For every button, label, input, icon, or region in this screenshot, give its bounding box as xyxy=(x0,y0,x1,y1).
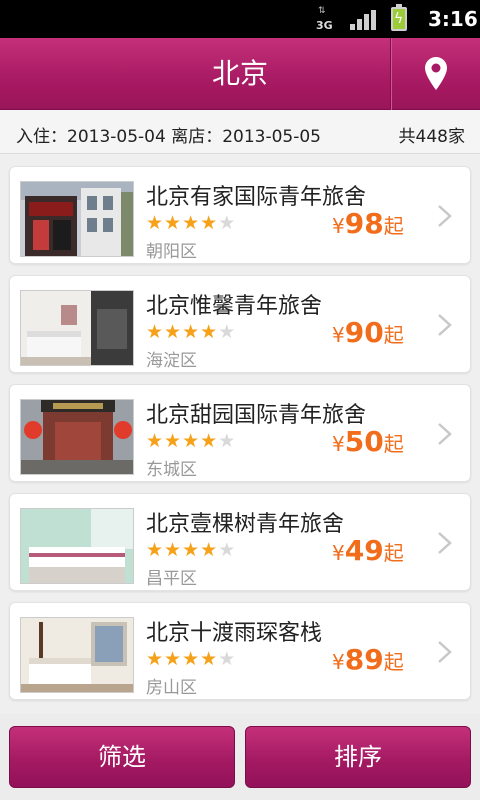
star-icon: ★ xyxy=(182,430,200,452)
star-empty-icon: ★ xyxy=(218,212,236,234)
star-rating: ★★★★★ xyxy=(146,322,236,342)
hotel-price: ¥90起 xyxy=(332,316,404,349)
checkin-checkout-dates: 入住：2013-05-04 离店：2013-05-05 xyxy=(16,127,321,147)
star-empty-icon: ★ xyxy=(218,430,236,452)
star-icon: ★ xyxy=(200,321,218,343)
star-icon: ★ xyxy=(182,321,200,343)
hotel-card[interactable]: 北京壹棵树青年旅舍 ★★★★★ 昌平区 ¥49起 xyxy=(9,493,471,591)
signal-icon xyxy=(350,10,376,30)
star-icon: ★ xyxy=(164,539,182,561)
chevron-right-icon xyxy=(438,423,452,445)
star-icon: ★ xyxy=(182,648,200,670)
hotel-photo xyxy=(20,181,134,257)
star-empty-icon: ★ xyxy=(218,321,236,343)
star-empty-icon: ★ xyxy=(218,648,236,670)
star-icon: ★ xyxy=(164,648,182,670)
hotel-card[interactable]: 北京甜园国际青年旅舍 ★★★★★ 东城区 ¥50起 xyxy=(9,384,471,482)
star-icon: ★ xyxy=(182,212,200,234)
hotel-card[interactable]: 北京惟馨青年旅舍 ★★★★★ 海淀区 ¥90起 xyxy=(9,275,471,373)
hotel-name: 北京十渡雨琛客栈 xyxy=(146,621,323,646)
star-icon: ★ xyxy=(164,321,182,343)
star-empty-icon: ★ xyxy=(218,539,236,561)
star-rating: ★★★★★ xyxy=(146,213,236,233)
location-pin-icon xyxy=(425,57,447,90)
star-icon: ★ xyxy=(146,430,164,452)
star-icon: ★ xyxy=(146,648,164,670)
battery-charging-icon: ϟ xyxy=(391,4,407,31)
star-icon: ★ xyxy=(200,648,218,670)
bottom-action-bar: 筛选 排序 xyxy=(0,714,480,800)
hotel-photo xyxy=(20,508,134,584)
star-icon: ★ xyxy=(182,539,200,561)
hotel-district: 房山区 xyxy=(146,678,197,698)
chevron-right-icon xyxy=(438,205,452,227)
star-rating: ★★★★★ xyxy=(146,649,236,669)
hotel-name: 北京惟馨青年旅舍 xyxy=(146,294,323,319)
date-info-bar: 入住：2013-05-04 离店：2013-05-05 共448家 xyxy=(0,110,480,154)
filter-button[interactable]: 筛选 xyxy=(9,726,235,788)
hotel-price: ¥98起 xyxy=(332,207,404,240)
star-icon: ★ xyxy=(146,212,164,234)
header: 北京 xyxy=(0,38,480,110)
chevron-right-icon xyxy=(438,532,452,554)
sort-button[interactable]: 排序 xyxy=(245,726,471,788)
hotel-photo xyxy=(20,399,134,475)
hotel-photo xyxy=(20,290,134,366)
hotel-district: 海淀区 xyxy=(146,351,197,371)
hotel-district: 昌平区 xyxy=(146,569,197,589)
hotel-name: 北京壹棵树青年旅舍 xyxy=(146,512,345,537)
star-icon: ★ xyxy=(164,212,182,234)
star-icon: ★ xyxy=(200,212,218,234)
hotel-district: 朝阳区 xyxy=(146,242,197,262)
star-rating: ★★★★★ xyxy=(146,431,236,451)
star-icon: ★ xyxy=(146,539,164,561)
status-bar: ⇅ 3G ϟ 3:16 xyxy=(0,0,480,38)
location-button[interactable] xyxy=(390,38,480,110)
result-count: 共448家 xyxy=(398,127,465,147)
star-icon: ★ xyxy=(146,321,164,343)
hotel-price: ¥49起 xyxy=(332,534,404,567)
hotel-district: 东城区 xyxy=(146,460,197,480)
hotel-card[interactable]: 北京有家国际青年旅舍 ★★★★★ 朝阳区 ¥98起 xyxy=(9,166,471,264)
hotel-list: 北京有家国际青年旅舍 ★★★★★ 朝阳区 ¥98起 北京惟馨青年旅舍 ★★★★★… xyxy=(0,154,480,714)
hotel-card[interactable]: 北京十渡雨琛客栈 ★★★★★ 房山区 ¥89起 xyxy=(9,602,471,700)
network-3g-icon: ⇅ 3G xyxy=(316,6,333,33)
hotel-price: ¥50起 xyxy=(332,425,404,458)
hotel-photo xyxy=(20,617,134,693)
star-rating: ★★★★★ xyxy=(146,540,236,560)
status-time: 3:16 xyxy=(428,7,478,31)
hotel-price: ¥89起 xyxy=(332,643,404,676)
star-icon: ★ xyxy=(164,430,182,452)
chevron-right-icon xyxy=(438,641,452,663)
star-icon: ★ xyxy=(200,430,218,452)
chevron-right-icon xyxy=(438,314,452,336)
star-icon: ★ xyxy=(200,539,218,561)
